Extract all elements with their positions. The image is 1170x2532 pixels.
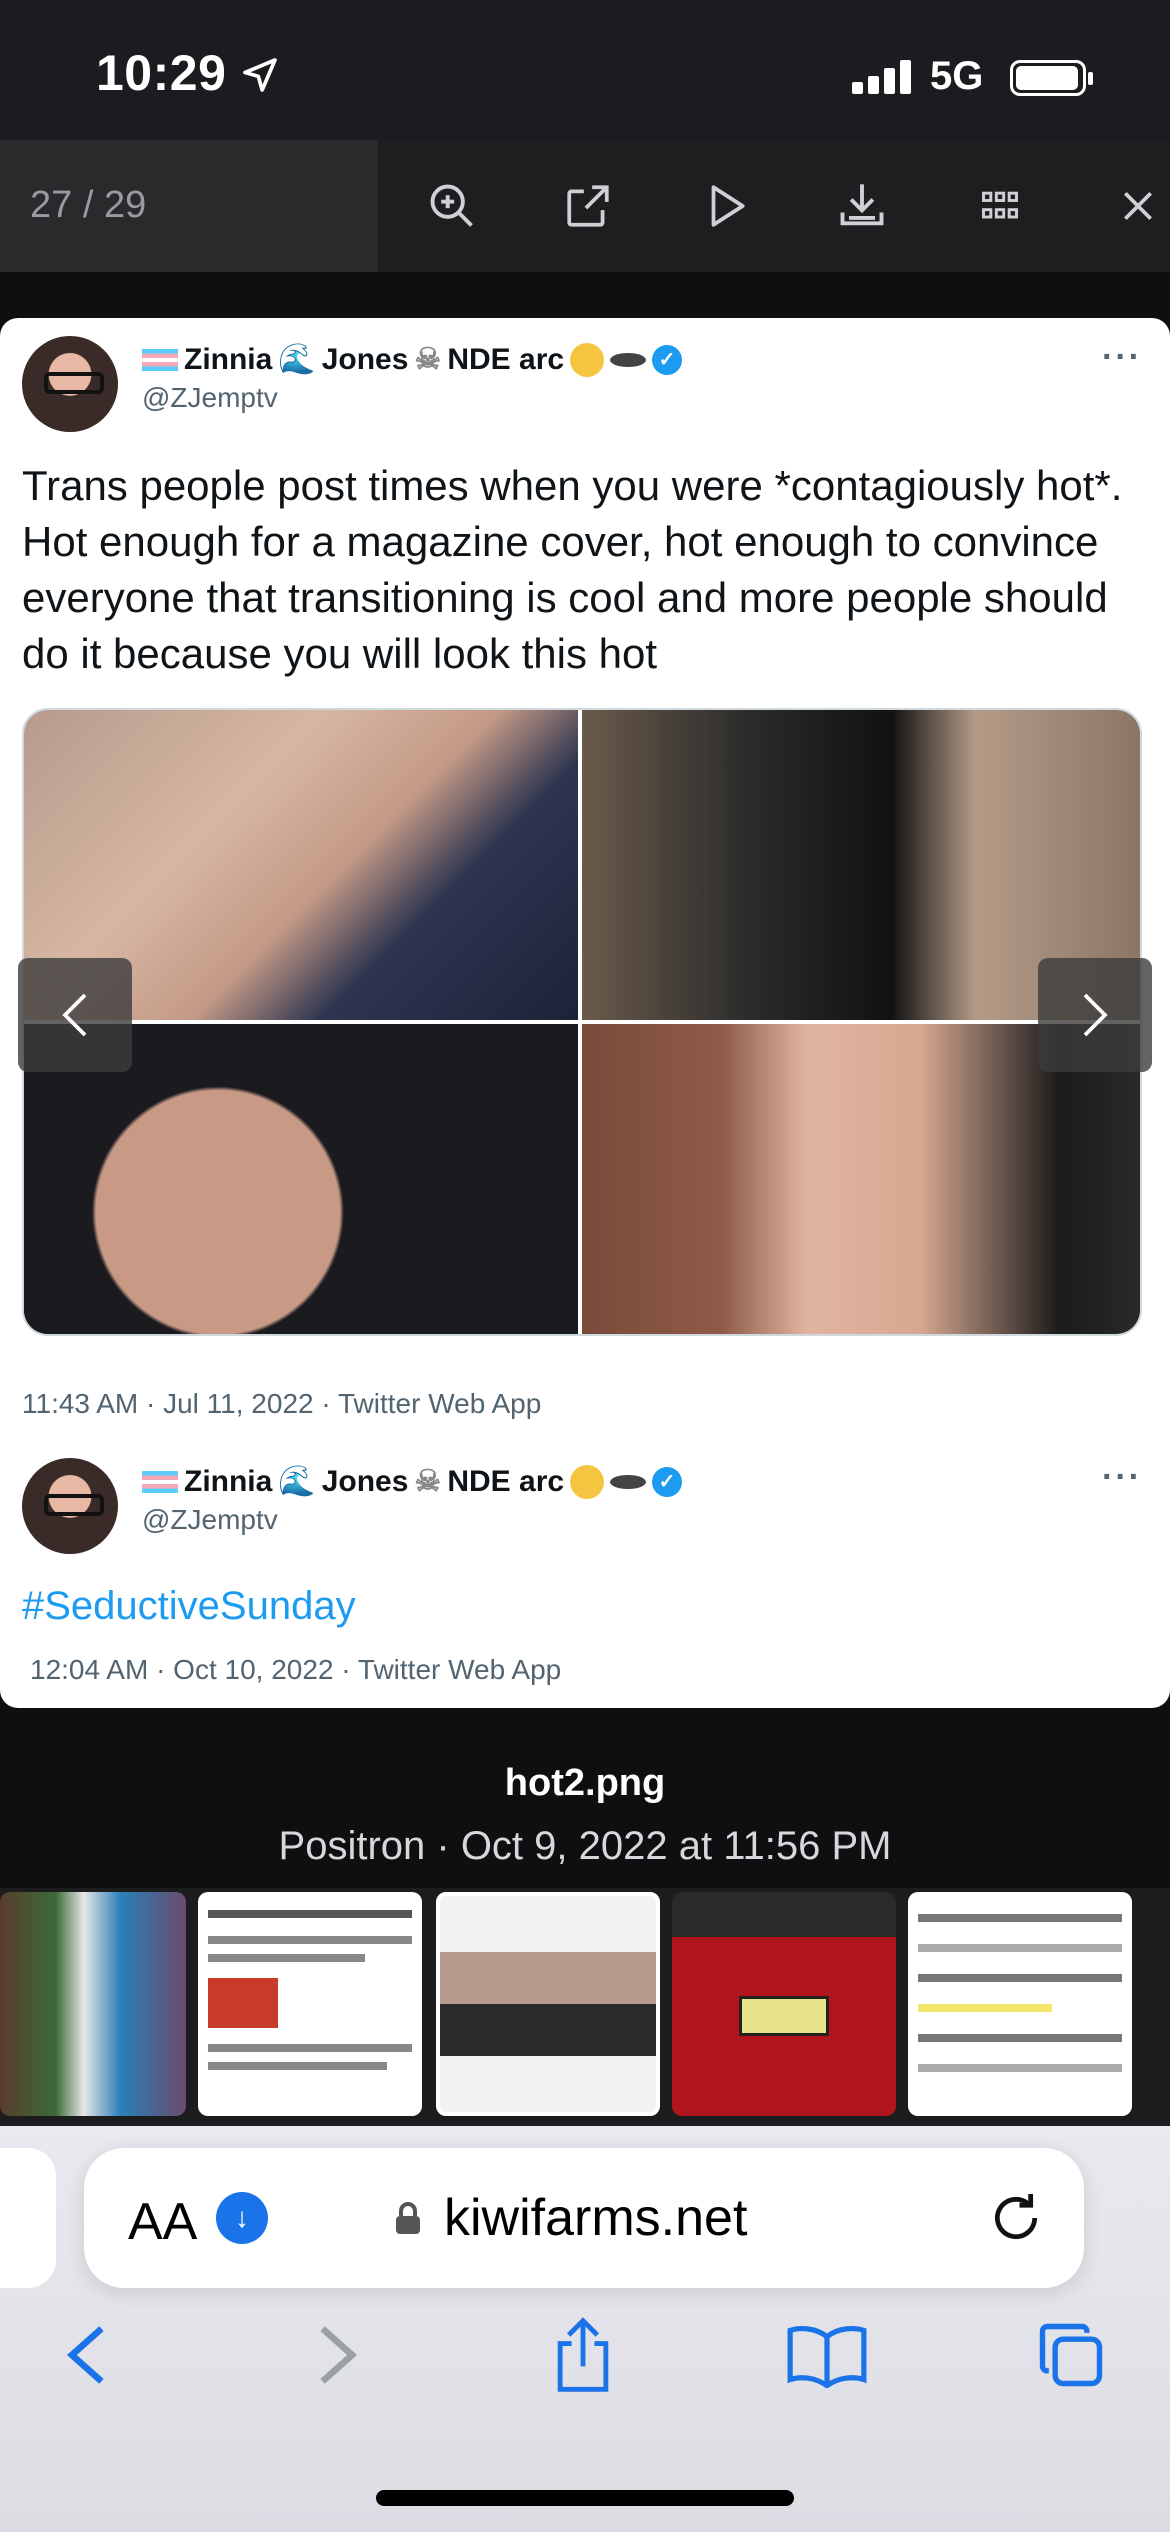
skull-crossbones-icon: ☠ [414,343,442,376]
quote-author-name-row: Zinnia 🌊 Jones ☠ NDE arc ✓ [142,1464,683,1499]
tweet-text: Trans people post times when you were *c… [22,462,1123,677]
image-filename: hot2.png [504,1762,666,1804]
quote-author-surname: Jones [321,1464,409,1498]
author-handle: @ZJemptv [142,382,278,413]
reader-text-size-button[interactable]: AA [128,2192,197,2252]
quote-author-suffix: NDE arc [447,1464,565,1498]
network-label: 5G [930,54,984,98]
thumbnail[interactable] [198,1892,422,2116]
close-icon[interactable] [1100,168,1170,244]
battery-icon [1010,60,1093,96]
share-button[interactable] [538,2310,628,2400]
author-suffix: NDE arc [447,342,565,376]
thumbnail-active[interactable] [436,1892,660,2116]
download-icon[interactable] [824,168,900,244]
skull-crossbones-icon: ☠ [414,1465,442,1498]
halo-face-icon [570,1464,605,1499]
location-arrow-icon [243,58,277,92]
tabs-button[interactable] [1026,2310,1116,2400]
back-button[interactable] [40,2310,130,2400]
url-domain[interactable]: kiwifarms.net [444,2188,747,2248]
play-icon[interactable] [688,168,764,244]
halo-face-icon [570,342,605,377]
thumbnail[interactable] [0,1892,186,2116]
chevron-right-icon [320,2326,358,2384]
quote-timestamp: 12:04 AM · Oct 10, 2022 · Twitter Web Ap… [30,1654,562,1685]
forward-button[interactable] [294,2310,384,2400]
flag-icon [142,1470,178,1493]
flag-icon [142,348,178,371]
tweet-timestamp: 11:43 AM · Jul 11, 2022 · Twitter Web Ap… [22,1388,542,1419]
home-indicator [376,2490,794,2506]
image-subtitle: Positron · Oct 9, 2022 at 11:56 PM [278,1824,892,1868]
share-icon [557,2317,609,2392]
quote-author-name: Zinnia [184,1464,273,1498]
quote-author-handle: @ZJemptv [142,1504,278,1535]
lock-icon [396,2202,420,2234]
thumbnail-strip [0,1888,1170,2126]
status-bar: 10:29 5G [0,0,1170,140]
grid-icon[interactable] [962,168,1038,244]
viewer-toolbar: 27 / 29 [0,140,1170,272]
author-name: Zinnia [184,342,273,376]
reload-icon[interactable] [984,2186,1048,2250]
avatar [22,336,118,432]
more-options-icon: ··· [1102,338,1142,376]
ufo-icon [610,1474,647,1489]
zoom-in-icon[interactable] [414,168,490,244]
ufo-icon [610,352,647,367]
verified-badge-icon: ✓ [652,1466,683,1497]
download-badge-icon[interactable]: ↓ [216,2192,268,2244]
previous-tab-edge[interactable] [0,2148,56,2288]
wave-icon: 🌊 [278,1465,316,1498]
viewer-tool-group [378,140,1170,272]
quote-more-options-icon: ··· [1102,1458,1142,1496]
author-surname: Jones [321,342,409,376]
chevron-right-icon [1083,993,1108,1037]
verified-badge-icon: ✓ [652,344,683,375]
thumbnail[interactable] [672,1892,896,2116]
address-bar[interactable]: AA ↓ kiwifarms.net [84,2148,1084,2288]
tabs-icon [1039,2323,1103,2387]
tweet-media-grid [22,708,1142,1336]
quote-avatar [22,1458,118,1554]
hashtag-link: #SeductiveSunday [22,1584,356,1628]
chevron-left-icon [62,993,87,1037]
signal-icon [852,58,912,94]
chevron-left-icon [66,2326,104,2384]
clock: 10:29 [96,45,227,101]
bookmarks-button[interactable] [782,2310,872,2400]
wave-icon: 🌊 [278,343,316,376]
next-image-button[interactable] [1038,958,1152,1072]
image-pager: 27 / 29 [30,184,147,226]
author-name-row: Zinnia 🌊 Jones ☠ NDE arc ✓ [142,342,683,377]
book-icon [787,2325,867,2388]
previous-image-button[interactable] [18,958,132,1072]
tweet-card: Zinnia 🌊 Jones ☠ NDE arc ✓ @ZJemptv ··· … [0,318,1170,1708]
thumbnail[interactable] [908,1892,1132,2116]
open-external-icon[interactable] [550,168,626,244]
